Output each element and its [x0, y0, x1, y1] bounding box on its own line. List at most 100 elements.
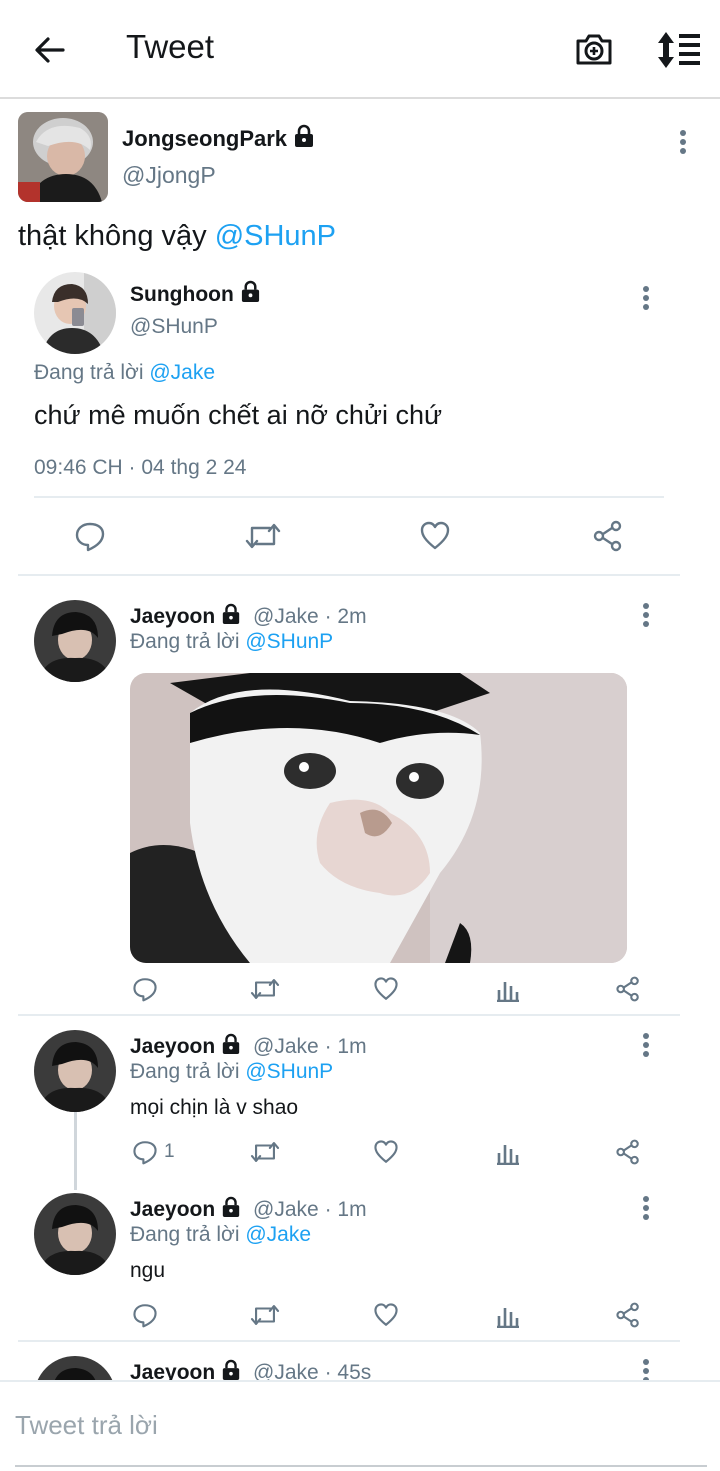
- reply-button[interactable]: [132, 1302, 158, 1328]
- divider: [18, 574, 680, 576]
- retweet-button[interactable]: [250, 1302, 280, 1328]
- heart-icon: [420, 521, 450, 550]
- heart-icon: [374, 1140, 398, 1163]
- tweet-text: thật không vậy @SHunP: [18, 220, 337, 252]
- bar-chart-icon: [497, 1145, 519, 1165]
- attached-image[interactable]: [130, 673, 627, 963]
- retweet-icon: [250, 1142, 280, 1162]
- reply-button[interactable]: [74, 520, 106, 552]
- author-name[interactable]: Sunghoon: [130, 280, 261, 307]
- retweet-icon: [245, 523, 281, 549]
- mention-link[interactable]: @SHunP: [245, 630, 333, 653]
- reply-header: Jaeyoon @Jake · 1m: [130, 1033, 367, 1059]
- reply-button[interactable]: 1: [132, 1139, 175, 1165]
- relative-time: · 2m: [318, 605, 367, 628]
- page-title: Tweet: [126, 28, 215, 65]
- replying-to: Đang trả lời @Jake: [34, 361, 216, 384]
- retweet-button[interactable]: [245, 520, 281, 552]
- author-name[interactable]: Jaeyoon: [130, 1035, 215, 1058]
- tweet-text: mọi chịn là v shao: [130, 1096, 299, 1119]
- heart-icon: [374, 1303, 398, 1326]
- replying-to: Đang trả lời @SHunP: [130, 1060, 334, 1083]
- thread-connector: [74, 1112, 77, 1190]
- reply-header: Jaeyoon @Jake · 1m: [130, 1196, 367, 1222]
- author-handle: @JjongP: [122, 162, 216, 188]
- analytics-button[interactable]: [496, 1139, 520, 1165]
- tweet-text: chứ mê muốn chết ai nỡ chửi chứ: [34, 400, 443, 430]
- lock-icon: [223, 1033, 240, 1054]
- camera-add-icon: [576, 34, 612, 65]
- retweet-button[interactable]: [250, 976, 280, 1002]
- heart-icon: [374, 977, 398, 1000]
- author-handle: @Jake: [253, 605, 319, 628]
- avatar[interactable]: [34, 600, 116, 682]
- analytics-button[interactable]: [496, 1302, 520, 1328]
- reply-count: 1: [164, 1141, 175, 1162]
- like-button[interactable]: [373, 1139, 399, 1165]
- input-underline: [15, 1465, 707, 1467]
- more-options-icon[interactable]: [642, 1195, 650, 1221]
- reply-compose-bar: Tweet trả lời: [0, 1380, 720, 1471]
- like-button[interactable]: [373, 976, 399, 1002]
- tweet-text: ngu: [130, 1259, 166, 1282]
- lock-icon: [295, 124, 314, 147]
- divider: [34, 496, 664, 498]
- mention-link[interactable]: @SHunP: [215, 220, 336, 252]
- author-handle: @SHunP: [130, 315, 218, 338]
- author-handle: @Jake: [253, 1198, 319, 1221]
- top-app-bar: Tweet: [0, 0, 720, 99]
- more-options-icon[interactable]: [642, 1032, 650, 1058]
- share-icon: [616, 1139, 639, 1165]
- share-icon: [593, 520, 622, 552]
- relative-time: · 1m: [318, 1198, 367, 1221]
- timestamp: 09:46 CH · 04 thg 2 24: [34, 456, 247, 479]
- arrow-left-icon: [35, 37, 65, 63]
- lock-icon: [223, 1196, 240, 1217]
- relative-time: · 1m: [318, 1035, 367, 1058]
- more-options-icon[interactable]: [642, 602, 650, 628]
- share-button[interactable]: [615, 1302, 641, 1328]
- author-name[interactable]: JongseongPark: [122, 124, 315, 152]
- avatar[interactable]: [34, 272, 116, 354]
- back-button[interactable]: [30, 30, 70, 70]
- share-button[interactable]: [615, 976, 641, 1002]
- reply-button[interactable]: [132, 976, 158, 1002]
- reply-header: Jaeyoon @Jake · 2m: [130, 603, 367, 629]
- author-name[interactable]: Jaeyoon: [130, 1198, 215, 1221]
- sort-order-icon: [658, 32, 700, 68]
- comment-icon: [133, 978, 157, 1002]
- divider: [18, 1014, 680, 1016]
- comment-icon: [133, 1141, 157, 1165]
- more-options-icon[interactable]: [679, 129, 687, 155]
- reply-input[interactable]: Tweet trả lời: [15, 1410, 158, 1441]
- mention-link[interactable]: @Jake: [149, 361, 215, 384]
- avatar[interactable]: [34, 1193, 116, 1275]
- divider: [18, 1340, 680, 1342]
- mention-link[interactable]: @Jake: [245, 1223, 311, 1246]
- like-button[interactable]: [373, 1302, 399, 1328]
- author-name[interactable]: Jaeyoon: [130, 605, 215, 628]
- more-options-icon[interactable]: [642, 285, 650, 311]
- retweet-icon: [250, 1305, 280, 1325]
- lock-icon: [241, 280, 259, 302]
- share-icon: [616, 976, 639, 1002]
- analytics-button[interactable]: [496, 976, 520, 1002]
- replying-to: Đang trả lời @SHunP: [130, 630, 334, 653]
- comment-icon: [75, 522, 105, 552]
- avatar[interactable]: [34, 1030, 116, 1112]
- share-button[interactable]: [592, 520, 624, 552]
- lock-icon: [223, 1359, 240, 1380]
- share-button[interactable]: [615, 1139, 641, 1165]
- author-handle: @Jake: [253, 1035, 319, 1058]
- replying-to: Đang trả lời @Jake: [130, 1223, 312, 1246]
- camera-button[interactable]: [574, 29, 614, 69]
- sort-button[interactable]: [656, 30, 702, 70]
- bar-chart-icon: [497, 1308, 519, 1328]
- bar-chart-icon: [497, 982, 519, 1002]
- retweet-icon: [250, 979, 280, 999]
- like-button[interactable]: [419, 520, 451, 552]
- mention-link[interactable]: @SHunP: [245, 1060, 333, 1083]
- avatar[interactable]: [18, 112, 108, 202]
- retweet-button[interactable]: [250, 1139, 280, 1165]
- lock-icon: [223, 603, 240, 624]
